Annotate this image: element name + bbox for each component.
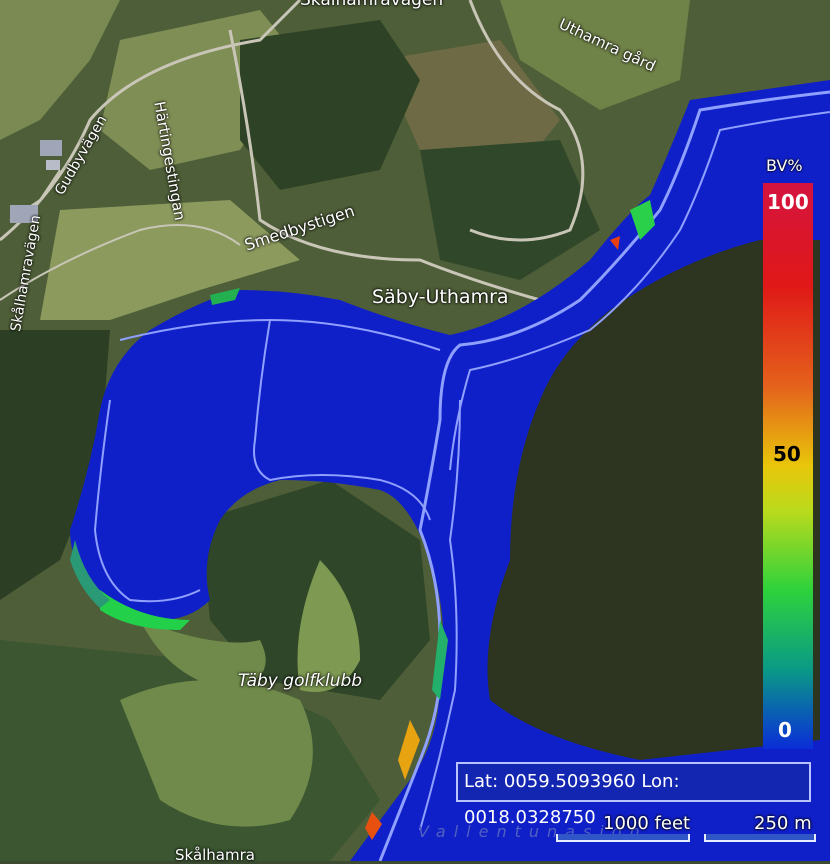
map-canvas[interactable] — [0, 0, 830, 861]
place-label-taby-golfklubb: Täby golfklubb — [238, 671, 363, 691]
coordinate-readout: Lat: 0059.5093960 Lon: 0018.0328750 — [456, 762, 811, 828]
legend-tick-min: 0 — [778, 718, 792, 742]
building — [46, 160, 60, 170]
scale-bar-feet — [556, 834, 690, 842]
scale-bar-meters — [704, 834, 816, 842]
legend-color-bar — [763, 183, 813, 749]
place-label-skalhamravagen: Skålhamravägen — [300, 0, 444, 10]
legend-tick-max: 100 — [767, 190, 809, 214]
scale-label-meters: 250 m — [754, 813, 812, 834]
place-label-saby-uthamra: Säby-Uthamra — [372, 286, 509, 308]
building — [40, 140, 62, 156]
legend-tick-mid: 50 — [773, 442, 801, 466]
scale-label-feet: 1000 feet — [603, 813, 691, 834]
legend-title: BV% — [766, 156, 803, 175]
place-label-skalhamra: Skålhamra — [175, 846, 255, 864]
